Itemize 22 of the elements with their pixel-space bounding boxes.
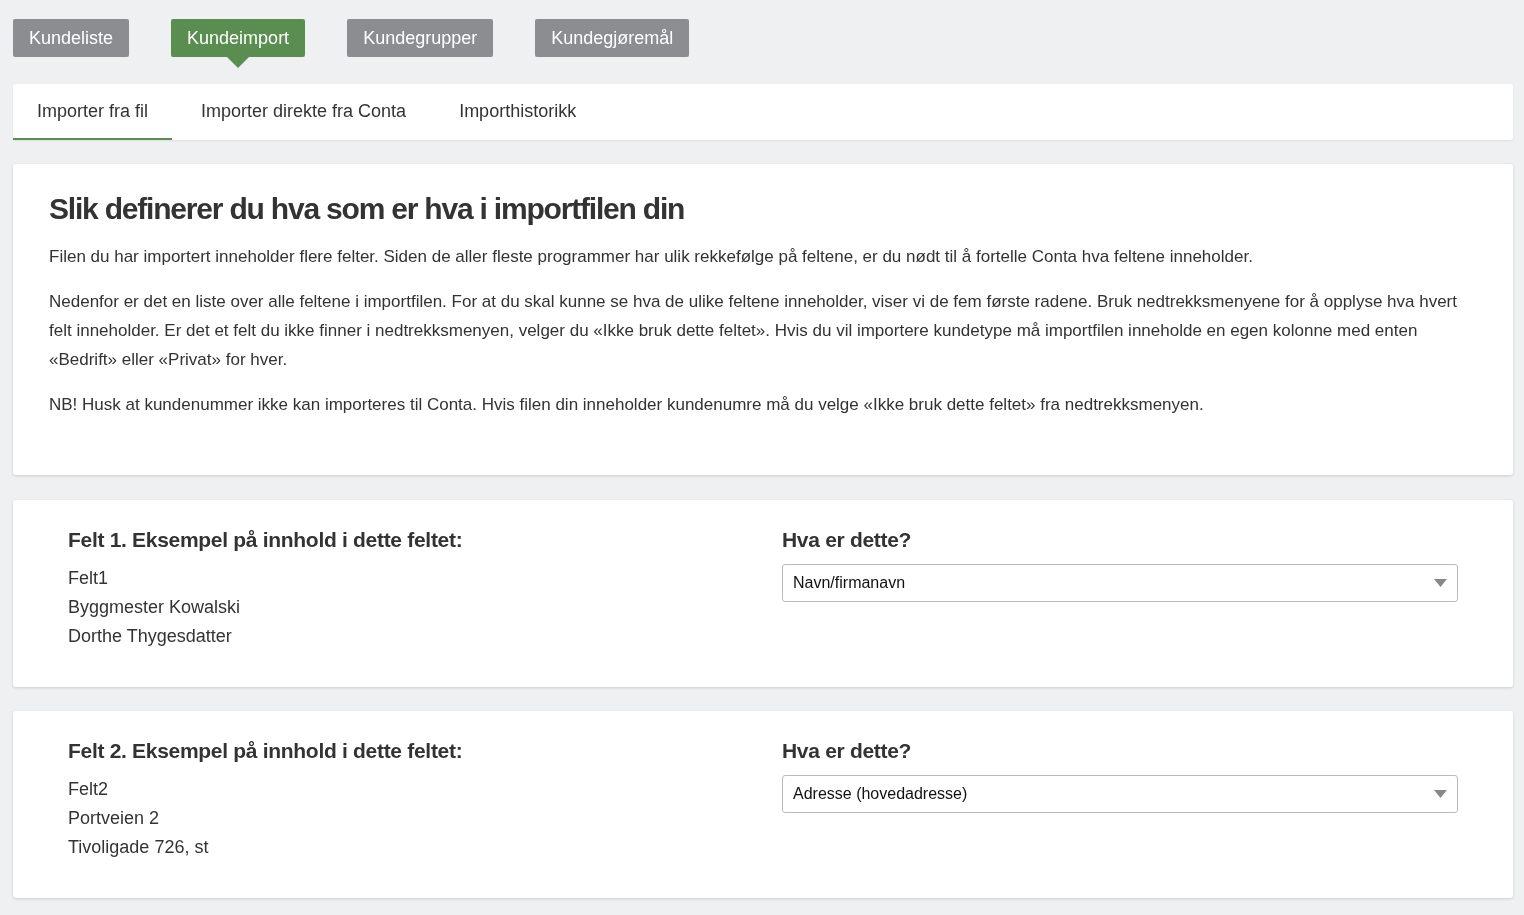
example-value: Dorthe Thygesdatter [68, 625, 233, 648]
field-question: Hva er dette? [782, 528, 913, 552]
example-value: Tivoligade 726, st [68, 836, 210, 859]
tab[interactable]: Importer fra fil [13, 84, 173, 140]
intro-paragraph: Filen du har importert inneholder flere felter. Siden de aller fleste programmer har ulik rekkefølge på feltene, er du nødt til å fortelle Conta hva feltene inneholder. [49, 246, 1254, 268]
field-type-dropdown[interactable]: Adresse (hovedadresse) [782, 775, 1458, 813]
intro-paragraph: NB! Husk at kundenummer ikke kan importeres til Conta. Hvis filen din inneholder kundenumre må du velge «Ikke bruk dette feltet» fra nedtrekksmenyen. [49, 394, 1205, 416]
example-value: Portveien 2 [68, 807, 161, 830]
tab[interactable]: Importer direkte fra Conta [177, 84, 431, 140]
field-type-dropdown[interactable]: Navn/firmanavn [782, 564, 1458, 602]
field-heading: Felt 1. Eksempel på innhold i dette feltet: [68, 528, 464, 552]
dropdown-caret-icon [1434, 790, 1447, 798]
pointer-icon [227, 57, 250, 68]
field-heading: Felt 2. Eksempel på innhold i dette feltet: [68, 739, 464, 763]
tab[interactable]: Importhistorikk [435, 84, 601, 140]
intro-title: Slik definerer du hva som er hva i importfilen din [49, 192, 686, 226]
example-value: Byggmester Kowalski [68, 596, 242, 619]
dropdown-caret-icon [1434, 579, 1447, 587]
example-value: Felt2 [68, 778, 110, 801]
example-value: Felt1 [68, 567, 110, 590]
intro-paragraph: Nedenfor er det en liste over alle feltene i importfilen. For at du skal kunne se hva de ulike feltene inneholder, viser vi de fem første radene. Bruk nedtrekksmenyene for å opplyse hva hvert felt inneholder. Er det et felt du ikke finner i nedtrekksmenyen, velger du «Ikke bruk dette feltet». Hvis du vil importere kundetype må importfilen inneholde en egen kolonne med enten «Bedrift» eller «Privat» for hver. [49, 291, 1458, 371]
field-question: Hva er dette? [782, 739, 913, 763]
